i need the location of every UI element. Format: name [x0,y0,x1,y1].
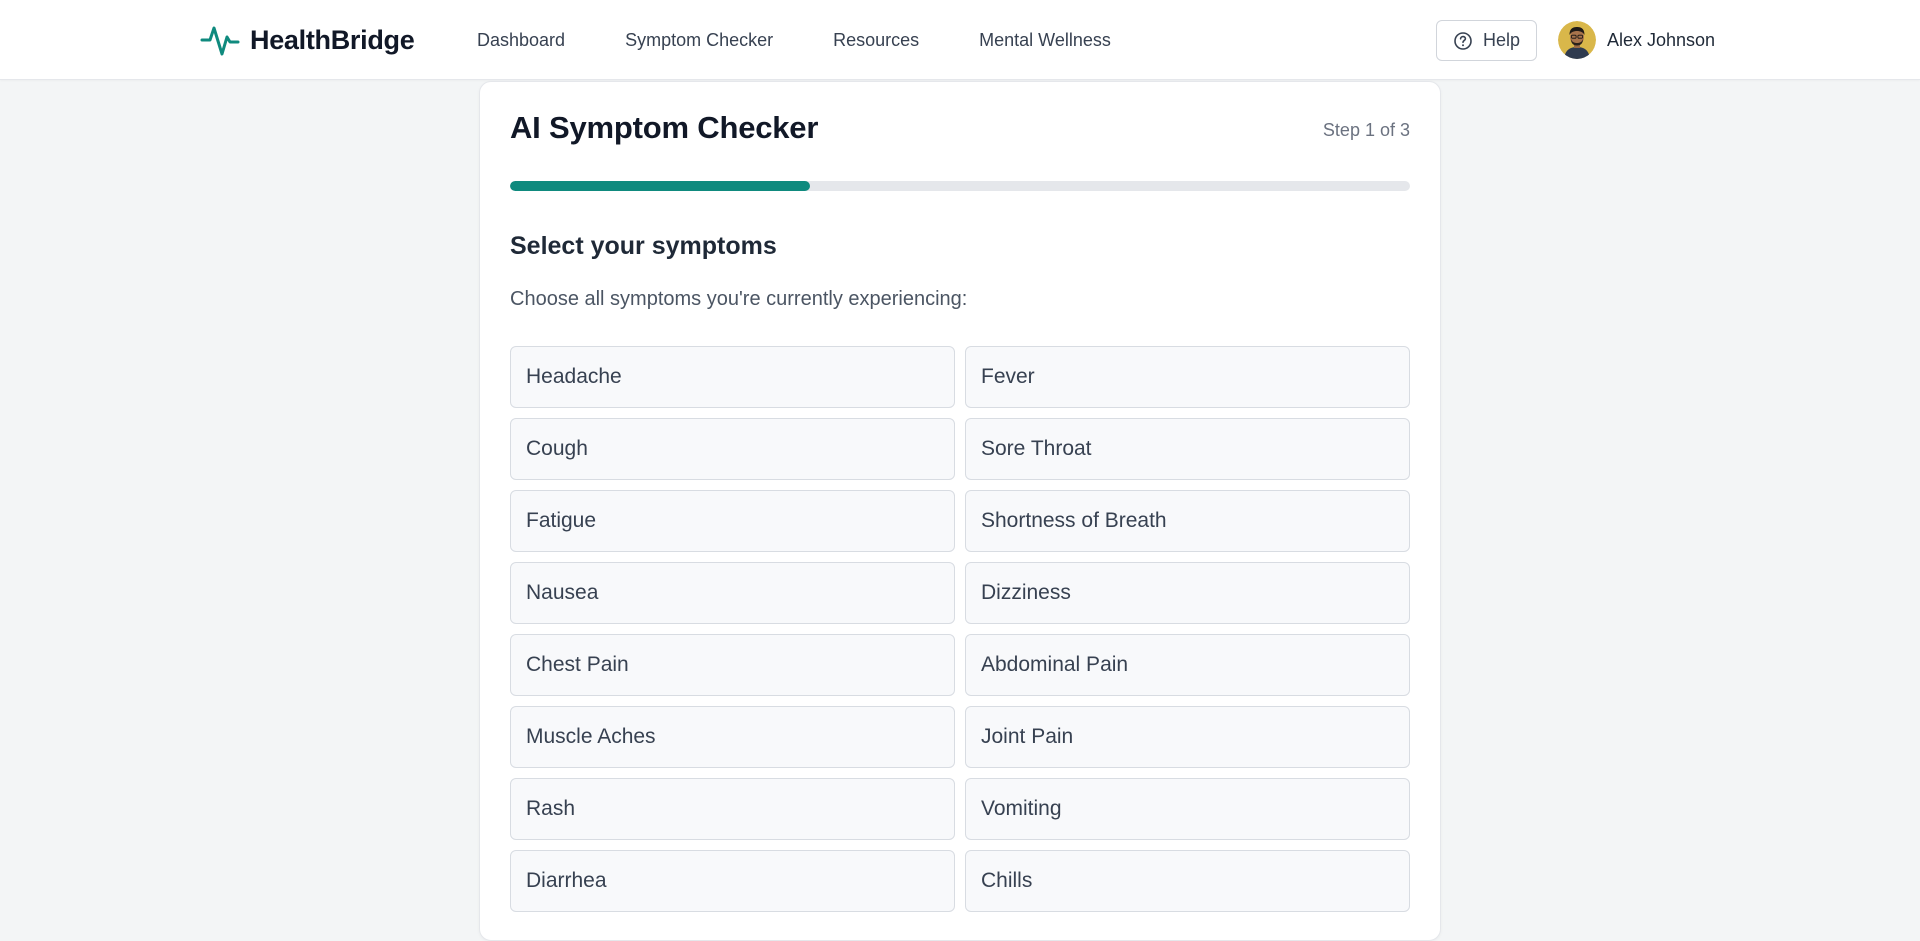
nav-mental-wellness[interactable]: Mental Wellness [979,30,1111,51]
nav-symptom-checker[interactable]: Symptom Checker [625,30,773,51]
symptom-option-chills[interactable]: Chills [965,850,1410,912]
symptom-option-chest-pain[interactable]: Chest Pain [510,634,955,696]
question-circle-icon [1454,31,1472,50]
user-avatar [1558,21,1596,59]
symptom-option-dizziness[interactable]: Dizziness [965,562,1410,624]
nav-dashboard[interactable]: Dashboard [477,30,565,51]
page-title: AI Symptom Checker [510,110,819,145]
symptom-option-rash[interactable]: Rash [510,778,955,840]
symptom-grid: Headache Fever Cough Sore Throat Fatigue… [510,346,1410,912]
symptom-option-muscle-aches[interactable]: Muscle Aches [510,706,955,768]
step-indicator: Step 1 of 3 [1322,120,1410,140]
brand-logo-link[interactable]: HealthBridge [200,20,415,60]
help-label: Help [1482,30,1521,50]
symptom-option-abdominal-pain[interactable]: Abdominal Pain [965,634,1410,696]
symptom-option-nausea[interactable]: Nausea [510,562,955,624]
nav-resources[interactable]: Resources [833,30,919,51]
pulse-icon [200,26,240,56]
instruction-text: Choose all symptoms you're currently exp… [510,288,968,310]
symptom-option-diarrhea[interactable]: Diarrhea [510,850,955,912]
symptom-checker-card: AI Symptom Checker Step 1 of 3 Select yo… [479,81,1441,941]
top-navbar: HealthBridge Dashboard Symptom Checker R… [0,0,1920,80]
symptom-option-sore-throat[interactable]: Sore Throat [965,418,1410,480]
brand-name: HealthBridge [250,24,415,55]
symptom-option-vomiting[interactable]: Vomiting [965,778,1410,840]
symptom-option-cough[interactable]: Cough [510,418,955,480]
help-button[interactable]: Help [1436,20,1537,61]
progress-bar [510,181,1410,191]
main-nav: Dashboard Symptom Checker Resources Ment… [477,0,1171,80]
section-title: Select your symptoms [510,232,777,260]
symptom-option-headache[interactable]: Headache [510,346,955,408]
symptom-option-shortness-of-breath[interactable]: Shortness of Breath [965,490,1410,552]
symptom-option-fever[interactable]: Fever [965,346,1410,408]
symptom-option-joint-pain[interactable]: Joint Pain [965,706,1410,768]
user-menu[interactable]: Alex Johnson [1558,20,1715,60]
progress-bar-fill [510,181,810,191]
symptom-option-fatigue[interactable]: Fatigue [510,490,955,552]
user-name: Alex Johnson [1607,29,1716,50]
